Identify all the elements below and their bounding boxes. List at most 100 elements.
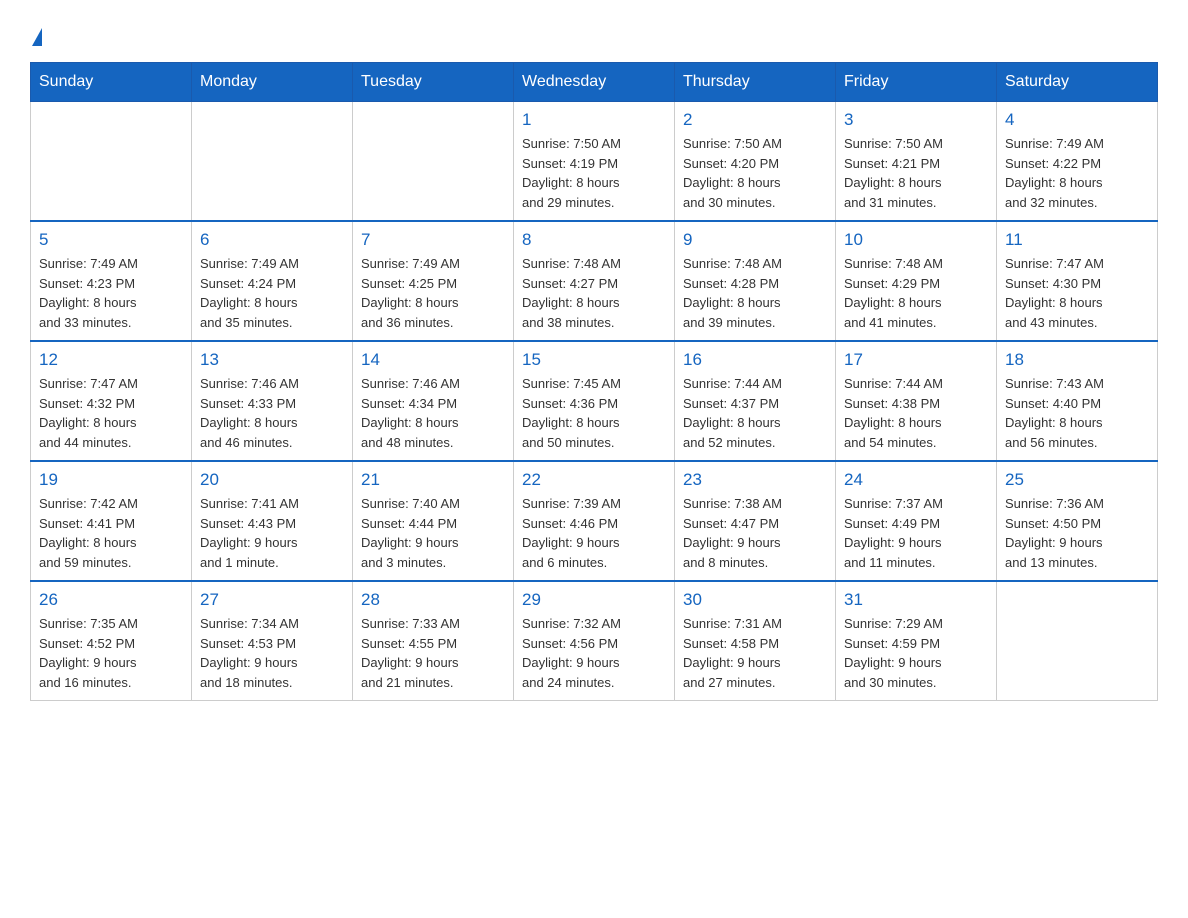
- day-info: Sunrise: 7:49 AM Sunset: 4:22 PM Dayligh…: [1005, 134, 1149, 212]
- calendar-cell: 29Sunrise: 7:32 AM Sunset: 4:56 PM Dayli…: [514, 581, 675, 701]
- day-info: Sunrise: 7:50 AM Sunset: 4:20 PM Dayligh…: [683, 134, 827, 212]
- weekday-header-wednesday: Wednesday: [514, 63, 675, 102]
- day-number: 3: [844, 110, 988, 130]
- day-info: Sunrise: 7:49 AM Sunset: 4:23 PM Dayligh…: [39, 254, 183, 332]
- day-info: Sunrise: 7:44 AM Sunset: 4:37 PM Dayligh…: [683, 374, 827, 452]
- calendar-cell: 9 Sunrise: 7:48 AM Sunset: 4:28 PM Daylig…: [675, 221, 836, 341]
- day-info: Sunrise: 7:47 AM Sunset: 4:30 PM Dayligh…: [1005, 254, 1149, 332]
- day-info: Sunrise: 7:50 AM Sunset: 4:21 PM Dayligh…: [844, 134, 988, 212]
- day-number: 18: [1005, 350, 1149, 370]
- calendar-cell: 8 Sunrise: 7:48 AM Sunset: 4:27 PM Daylig…: [514, 221, 675, 341]
- calendar-table: SundayMondayTuesdayWednesdayThursdayFrid…: [30, 62, 1158, 701]
- calendar-week-row: 1 Sunrise: 7:50 AM Sunset: 4:19 PM Daylig…: [31, 102, 1158, 222]
- calendar-cell: 22Sunrise: 7:39 AM Sunset: 4:46 PM Dayli…: [514, 461, 675, 581]
- calendar-cell: 15 Sunrise: 7:45 AM Sunset: 4:36 PM Dayli…: [514, 341, 675, 461]
- day-number: 26: [39, 590, 183, 610]
- calendar-cell: 1 Sunrise: 7:50 AM Sunset: 4:19 PM Daylig…: [514, 102, 675, 222]
- calendar-cell: 13 Sunrise: 7:46 AM Sunset: 4:33 PM Dayli…: [192, 341, 353, 461]
- logo-triangle-icon: [32, 28, 42, 46]
- calendar-cell: 2 Sunrise: 7:50 AM Sunset: 4:20 PM Daylig…: [675, 102, 836, 222]
- calendar-cell: 7 Sunrise: 7:49 AM Sunset: 4:25 PM Daylig…: [353, 221, 514, 341]
- day-number: 14: [361, 350, 505, 370]
- day-info: Sunrise: 7:46 AM Sunset: 4:34 PM Dayligh…: [361, 374, 505, 452]
- day-info: Sunrise: 7:43 AM Sunset: 4:40 PM Dayligh…: [1005, 374, 1149, 452]
- day-number: 9: [683, 230, 827, 250]
- calendar-cell: 20 Sunrise: 7:41 AM Sunset: 4:43 PM Dayli…: [192, 461, 353, 581]
- calendar-cell: 6 Sunrise: 7:49 AM Sunset: 4:24 PM Daylig…: [192, 221, 353, 341]
- weekday-header-thursday: Thursday: [675, 63, 836, 102]
- day-number: 13: [200, 350, 344, 370]
- day-info: Sunrise: 7:33 AM Sunset: 4:55 PM Dayligh…: [361, 614, 505, 692]
- day-info: Sunrise: 7:34 AM Sunset: 4:53 PM Dayligh…: [200, 614, 344, 692]
- day-number: 1: [522, 110, 666, 130]
- day-info: Sunrise: 7:41 AM Sunset: 4:43 PM Dayligh…: [200, 494, 344, 572]
- day-number: 22: [522, 470, 666, 490]
- calendar-cell: 11 Sunrise: 7:47 AM Sunset: 4:30 PM Dayli…: [997, 221, 1158, 341]
- day-info: Sunrise: 7:42 AM Sunset: 4:41 PM Dayligh…: [39, 494, 183, 572]
- day-info: Sunrise: 7:48 AM Sunset: 4:29 PM Dayligh…: [844, 254, 988, 332]
- weekday-header-monday: Monday: [192, 63, 353, 102]
- calendar-cell: 23Sunrise: 7:38 AM Sunset: 4:47 PM Dayli…: [675, 461, 836, 581]
- day-number: 28: [361, 590, 505, 610]
- day-number: 27: [200, 590, 344, 610]
- day-number: 2: [683, 110, 827, 130]
- day-info: Sunrise: 7:38 AM Sunset: 4:47 PM Dayligh…: [683, 494, 827, 572]
- day-info: Sunrise: 7:35 AM Sunset: 4:52 PM Dayligh…: [39, 614, 183, 692]
- weekday-header-saturday: Saturday: [997, 63, 1158, 102]
- weekday-header-row: SundayMondayTuesdayWednesdayThursdayFrid…: [31, 63, 1158, 102]
- day-number: 20: [200, 470, 344, 490]
- calendar-cell: [31, 102, 192, 222]
- calendar-cell: 12 Sunrise: 7:47 AM Sunset: 4:32 PM Dayli…: [31, 341, 192, 461]
- day-number: 25: [1005, 470, 1149, 490]
- calendar-cell: 10 Sunrise: 7:48 AM Sunset: 4:29 PM Dayli…: [836, 221, 997, 341]
- calendar-cell: [353, 102, 514, 222]
- calendar-cell: 3 Sunrise: 7:50 AM Sunset: 4:21 PM Daylig…: [836, 102, 997, 222]
- day-number: 10: [844, 230, 988, 250]
- day-number: 4: [1005, 110, 1149, 130]
- day-number: 17: [844, 350, 988, 370]
- calendar-week-row: 19Sunrise: 7:42 AM Sunset: 4:41 PM Dayli…: [31, 461, 1158, 581]
- day-info: Sunrise: 7:50 AM Sunset: 4:19 PM Dayligh…: [522, 134, 666, 212]
- day-number: 21: [361, 470, 505, 490]
- logo: [30, 20, 42, 46]
- day-info: Sunrise: 7:31 AM Sunset: 4:58 PM Dayligh…: [683, 614, 827, 692]
- day-number: 12: [39, 350, 183, 370]
- calendar-week-row: 12 Sunrise: 7:47 AM Sunset: 4:32 PM Dayli…: [31, 341, 1158, 461]
- day-info: Sunrise: 7:36 AM Sunset: 4:50 PM Dayligh…: [1005, 494, 1149, 572]
- calendar-cell: 4 Sunrise: 7:49 AM Sunset: 4:22 PM Daylig…: [997, 102, 1158, 222]
- calendar-cell: 19Sunrise: 7:42 AM Sunset: 4:41 PM Dayli…: [31, 461, 192, 581]
- weekday-header-tuesday: Tuesday: [353, 63, 514, 102]
- weekday-header-friday: Friday: [836, 63, 997, 102]
- calendar-cell: 5 Sunrise: 7:49 AM Sunset: 4:23 PM Daylig…: [31, 221, 192, 341]
- day-number: 31: [844, 590, 988, 610]
- header-area: [30, 20, 1158, 46]
- day-info: Sunrise: 7:46 AM Sunset: 4:33 PM Dayligh…: [200, 374, 344, 452]
- calendar-week-row: 5 Sunrise: 7:49 AM Sunset: 4:23 PM Daylig…: [31, 221, 1158, 341]
- day-info: Sunrise: 7:37 AM Sunset: 4:49 PM Dayligh…: [844, 494, 988, 572]
- day-number: 11: [1005, 230, 1149, 250]
- day-number: 8: [522, 230, 666, 250]
- day-info: Sunrise: 7:45 AM Sunset: 4:36 PM Dayligh…: [522, 374, 666, 452]
- calendar-cell: 18 Sunrise: 7:43 AM Sunset: 4:40 PM Dayli…: [997, 341, 1158, 461]
- day-number: 15: [522, 350, 666, 370]
- day-number: 30: [683, 590, 827, 610]
- calendar-cell: 25 Sunrise: 7:36 AM Sunset: 4:50 PM Dayli…: [997, 461, 1158, 581]
- day-number: 6: [200, 230, 344, 250]
- day-info: Sunrise: 7:49 AM Sunset: 4:25 PM Dayligh…: [361, 254, 505, 332]
- calendar-cell: 30 Sunrise: 7:31 AM Sunset: 4:58 PM Dayli…: [675, 581, 836, 701]
- day-info: Sunrise: 7:47 AM Sunset: 4:32 PM Dayligh…: [39, 374, 183, 452]
- calendar-cell: 24Sunrise: 7:37 AM Sunset: 4:49 PM Dayli…: [836, 461, 997, 581]
- day-info: Sunrise: 7:29 AM Sunset: 4:59 PM Dayligh…: [844, 614, 988, 692]
- day-info: Sunrise: 7:40 AM Sunset: 4:44 PM Dayligh…: [361, 494, 505, 572]
- calendar-cell: [997, 581, 1158, 701]
- day-number: 5: [39, 230, 183, 250]
- weekday-header-sunday: Sunday: [31, 63, 192, 102]
- day-info: Sunrise: 7:48 AM Sunset: 4:27 PM Dayligh…: [522, 254, 666, 332]
- calendar-cell: 26 Sunrise: 7:35 AM Sunset: 4:52 PM Dayli…: [31, 581, 192, 701]
- day-number: 29: [522, 590, 666, 610]
- day-number: 7: [361, 230, 505, 250]
- calendar-cell: 16Sunrise: 7:44 AM Sunset: 4:37 PM Dayli…: [675, 341, 836, 461]
- day-info: Sunrise: 7:48 AM Sunset: 4:28 PM Dayligh…: [683, 254, 827, 332]
- day-info: Sunrise: 7:49 AM Sunset: 4:24 PM Dayligh…: [200, 254, 344, 332]
- calendar-cell: 21 Sunrise: 7:40 AM Sunset: 4:44 PM Dayli…: [353, 461, 514, 581]
